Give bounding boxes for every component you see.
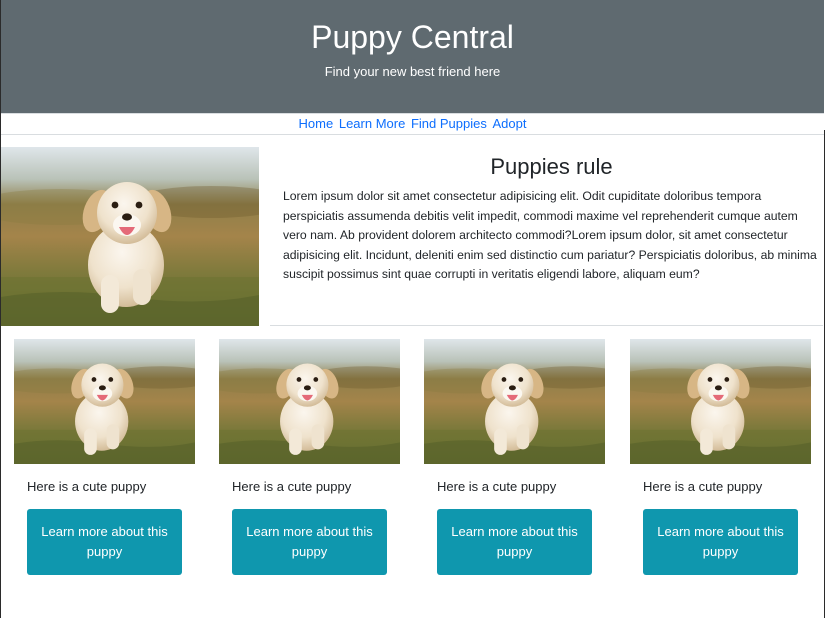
hero-banner: Puppy Central Find your new best friend … [1,0,824,113]
puppy-photo [424,339,605,464]
puppy-card: Here is a cute puppy Learn more about th… [219,339,400,575]
puppy-card: Here is a cute puppy Learn more about th… [14,339,195,575]
nav-link-home[interactable]: Home [299,116,334,131]
learn-more-button[interactable]: Learn more about this puppy [27,509,182,575]
puppy-photo [630,339,811,464]
puppy-photo [14,339,195,464]
card-puppy-image [14,339,195,464]
puppy-card: Here is a cute puppy Learn more about th… [630,339,811,575]
card-puppy-image [630,339,811,464]
feature-section: Puppies rule Lorem ipsum dolor sit amet … [270,147,823,326]
card-caption: Here is a cute puppy [643,479,763,494]
site-subtitle: Find your new best friend here [324,64,501,79]
feature-puppy-image [1,147,259,326]
nav-link-find-puppies[interactable]: Find Puppies [411,116,487,131]
site-title: Puppy Central [311,19,514,55]
learn-more-button[interactable]: Learn more about this puppy [437,509,592,575]
feature-body: Lorem ipsum dolor sit amet consectetur a… [283,189,817,281]
card-puppy-image [219,339,400,464]
puppy-card: Here is a cute puppy Learn more about th… [424,339,605,575]
main-nav: Home Learn More Find Puppies Adopt [1,113,824,135]
card-caption: Here is a cute puppy [232,479,352,494]
puppy-photo [219,339,400,464]
card-caption: Here is a cute puppy [27,479,147,494]
card-caption: Here is a cute puppy [437,479,557,494]
puppy-photo [1,147,259,326]
learn-more-button[interactable]: Learn more about this puppy [232,509,387,575]
nav-link-adopt[interactable]: Adopt [492,116,526,131]
card-puppy-image [424,339,605,464]
nav-link-learn-more[interactable]: Learn More [339,116,405,131]
feature-heading: Puppies rule [490,154,613,179]
learn-more-button[interactable]: Learn more about this puppy [643,509,798,575]
